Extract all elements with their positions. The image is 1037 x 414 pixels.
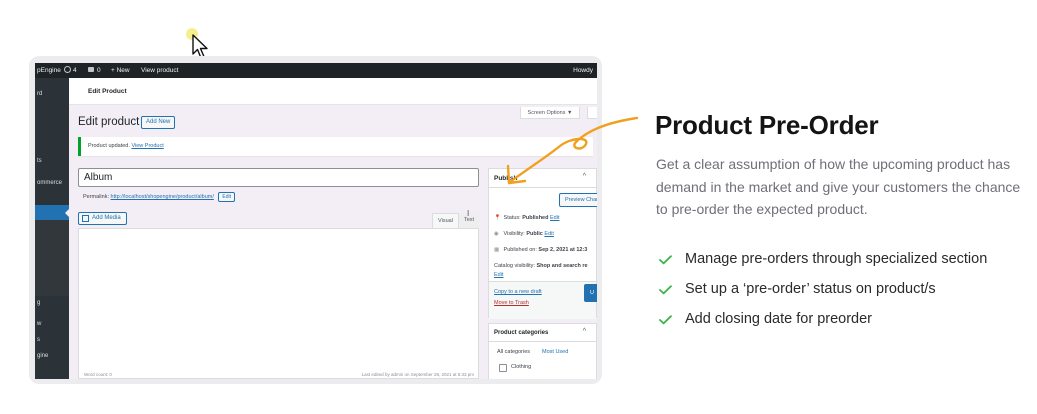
comments-count: 0 xyxy=(97,67,101,74)
published-on-label: Published on: xyxy=(503,247,537,253)
categories-heading[interactable]: Product categories xyxy=(489,324,596,342)
permalink-row: Permalink: http://localhost/shopengine/p… xyxy=(83,192,236,202)
feature-title: Product Pre-Order xyxy=(655,110,879,140)
published-on-value: Sep 2, 2021 at 12:3 xyxy=(538,247,588,253)
admin-bar-brand[interactable]: pEngine xyxy=(37,63,61,78)
page-title: Edit product xyxy=(78,116,140,128)
move-to-trash-link[interactable]: Move to Trash xyxy=(494,300,529,306)
admin-bar-view-product[interactable]: View product xyxy=(141,63,178,78)
sidebar-item-engine[interactable]: gine xyxy=(37,353,48,359)
tab-most-used[interactable]: Most Used xyxy=(542,349,568,355)
notice-text: Product updated. xyxy=(88,143,130,149)
sidebar-submenu xyxy=(35,220,69,296)
benefit-list: Manage pre-orders through specialized se… xyxy=(656,249,987,339)
benefit-text: Add closing date for preorder xyxy=(685,311,872,327)
catalog-visibility-row: Catalog visibility: Shop and search re xyxy=(494,263,588,269)
add-new-button[interactable]: Add New xyxy=(141,116,176,129)
sidebar-item-settings[interactable]: g xyxy=(37,300,40,306)
permalink-label: Permalink: xyxy=(83,194,109,200)
annotation-arrow-icon xyxy=(506,116,639,185)
add-media-button[interactable]: Add Media xyxy=(78,212,127,225)
admin-bar-new[interactable]: + New xyxy=(111,63,130,78)
benefit-item: Manage pre-orders through specialized se… xyxy=(656,249,987,279)
visibility-value: Public xyxy=(526,231,543,237)
pin-icon: 📍 xyxy=(494,215,501,221)
benefit-text: Set up a ‘pre-order’ status on product/s xyxy=(685,281,936,297)
sidebar-item-woocommerce[interactable]: ommerce xyxy=(37,180,62,186)
content-editor[interactable]: Word count: 0 Last edited by admin on Se… xyxy=(78,228,479,379)
updates-icon xyxy=(64,66,71,73)
header-title: Edit Product xyxy=(88,88,127,95)
check-icon xyxy=(659,255,672,265)
check-icon xyxy=(659,315,672,325)
visibility-row: ◉ Visibility: Public Edit xyxy=(494,231,554,237)
permalink-link[interactable]: http://localhost/shopengine/product/albu… xyxy=(111,194,214,200)
admin-bar-updates[interactable]: 4 xyxy=(64,63,77,78)
page-header-strip: Edit Product xyxy=(69,78,597,105)
add-media-label: Add Media xyxy=(92,215,121,221)
status-row: 📍 Status: Published Edit xyxy=(494,215,559,221)
word-count: Word count: 0 xyxy=(84,372,112,377)
eye-icon: ◉ xyxy=(494,231,499,237)
visibility-edit-link[interactable]: Edit xyxy=(544,231,553,237)
copy-to-draft-link[interactable]: Copy to a new draft xyxy=(494,289,542,295)
update-button[interactable]: U xyxy=(584,284,597,302)
publish-actions: Copy to a new draft Move to Trash xyxy=(489,281,596,319)
tab-all-categories[interactable]: All categories xyxy=(497,349,530,355)
sidebar-item-s[interactable]: s xyxy=(37,337,40,343)
sidebar-item-active[interactable] xyxy=(35,205,70,220)
media-icon xyxy=(82,215,89,222)
admin-sidebar: rd ts ommerce g w s gine xyxy=(35,78,70,379)
preview-changes-button[interactable]: Preview Changes xyxy=(559,193,597,207)
status-label: Status: xyxy=(503,215,521,221)
tab-visual[interactable]: Visual xyxy=(432,213,459,228)
calendar-icon: ▦ xyxy=(494,247,500,253)
category-checkbox[interactable] xyxy=(499,364,507,372)
status-edit-link[interactable]: Edit xyxy=(550,215,559,221)
status-value: Published xyxy=(522,215,549,221)
sidebar-item-dashboard[interactable]: rd xyxy=(37,91,42,97)
last-edited: Last edited by admin on September 28, 20… xyxy=(361,372,474,377)
product-title-input[interactable]: Album xyxy=(78,168,479,187)
catalog-edit-link[interactable]: Edit xyxy=(494,272,503,278)
chevron-up-icon[interactable]: ^ xyxy=(583,328,586,335)
sidebar-item-view[interactable]: w xyxy=(37,321,41,327)
catalog-edit-row: Edit xyxy=(494,272,503,278)
admin-bar: pEngine 4 0 + New View product Howdy xyxy=(35,63,597,78)
published-on-row: ▦ Published on: Sep 2, 2021 at 12:3 xyxy=(494,247,587,253)
permalink-edit-button[interactable]: Edit xyxy=(218,192,236,202)
editor-footer: Word count: 0 Last edited by admin on Se… xyxy=(79,372,478,378)
sidebar-item-posts[interactable]: ts xyxy=(37,158,42,164)
admin-bar-howdy[interactable]: Howdy xyxy=(573,63,593,78)
feature-description: Get a clear assumption of how the upcomi… xyxy=(656,156,1021,217)
catalog-label: Catalog visibility: xyxy=(494,263,535,269)
benefit-item: Set up a ‘pre-order’ status on product/s xyxy=(656,279,987,309)
product-categories-box: Product categories ^ All categories Most… xyxy=(488,323,597,379)
updates-count: 4 xyxy=(73,67,77,74)
admin-bar-comments[interactable]: 0 xyxy=(88,63,101,78)
visibility-label: Visibility: xyxy=(503,231,525,237)
check-icon xyxy=(659,285,672,295)
comment-icon xyxy=(88,67,94,72)
category-label: Clothing xyxy=(511,364,532,370)
catalog-value: Shop and search re xyxy=(536,263,588,269)
text-cursor-icon: I xyxy=(467,209,470,218)
notice-view-product-link[interactable]: View Product xyxy=(131,143,163,149)
benefit-item: Add closing date for preorder xyxy=(656,309,987,339)
benefit-text: Manage pre-orders through specialized se… xyxy=(685,251,988,267)
